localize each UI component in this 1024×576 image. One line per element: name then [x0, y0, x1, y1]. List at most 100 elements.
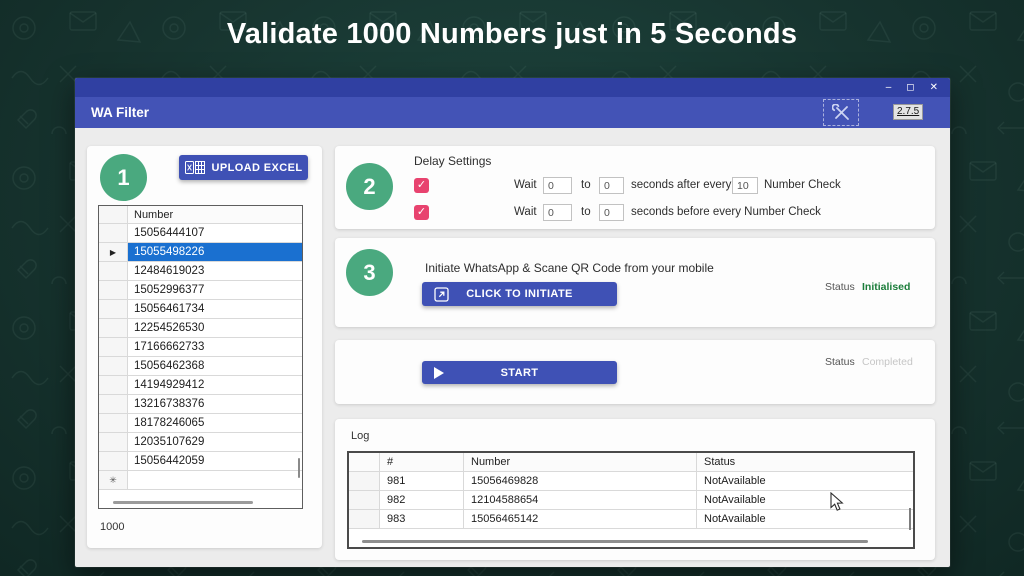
start-status-value: Completed: [862, 356, 913, 368]
log-vertical-scrollbar[interactable]: [909, 508, 911, 530]
grid-new-row[interactable]: ✳: [99, 471, 302, 490]
wait-label: Wait: [514, 177, 537, 194]
grid-cell[interactable]: 12254526530: [128, 319, 302, 337]
close-icon[interactable]: ✕: [930, 83, 938, 93]
seconds-before-label: seconds before every Number Check: [631, 204, 821, 221]
log-card: Log # Number Status 981 15056469828 NotA…: [335, 419, 935, 560]
seconds-after-label: seconds after every: [631, 177, 731, 194]
log-cell-number: 15056469828: [464, 472, 697, 490]
grid-row[interactable]: 14194929412: [99, 376, 302, 395]
excel-file-icon: [185, 161, 205, 174]
click-to-initiate-label: CLICK TO INITIATE: [466, 288, 573, 300]
log-row[interactable]: 981 15056469828 NotAvailable: [349, 472, 913, 491]
step1-badge: 1: [100, 154, 147, 201]
log-header-row: # Number Status: [349, 453, 913, 472]
numbers-grid-header-row: Number: [99, 206, 302, 224]
grid-cell[interactable]: 12484619023: [128, 262, 302, 280]
row-selector-icon: ▶: [110, 248, 116, 257]
delay-after-row: ✓ Wait to seconds after every Number Che…: [414, 177, 924, 195]
delay-before-row: ✓ Wait to seconds before every Number Ch…: [414, 204, 924, 222]
upload-excel-label: UPLOAD EXCEL: [212, 162, 303, 174]
log-row[interactable]: 983 15056465142 NotAvailable: [349, 510, 913, 529]
wait-after-checkbox[interactable]: ✓: [414, 178, 429, 193]
grid-cell[interactable]: 17166662733: [128, 338, 302, 356]
grid-row[interactable]: 12254526530: [99, 319, 302, 338]
maximize-icon[interactable]: ◻: [906, 83, 914, 93]
grid-header-number: Number: [128, 206, 302, 223]
log-cell-status: NotAvailable: [697, 472, 913, 490]
grid-row[interactable]: 12035107629: [99, 433, 302, 452]
grid-corner-cell: [99, 206, 128, 223]
page-title: Validate 1000 Numbers just in 5 Seconds: [0, 18, 1024, 51]
log-horizontal-scrollbar[interactable]: [362, 540, 868, 543]
grid-row[interactable]: 15056461734: [99, 300, 302, 319]
titlebar: WA Filter 2.7.5: [75, 97, 950, 128]
play-icon: [434, 367, 444, 379]
grid-row[interactable]: 17166662733: [99, 338, 302, 357]
log-cell-index: 982: [380, 491, 464, 509]
wait-after-to-input[interactable]: [599, 177, 624, 194]
step2-badge: 2: [346, 163, 393, 210]
settings-tools-button[interactable]: [823, 99, 859, 126]
log-cell-status: NotAvailable: [697, 491, 913, 509]
wait-before-from-input[interactable]: [543, 204, 572, 221]
grid-cell[interactable]: 15056461734: [128, 300, 302, 318]
grid-horizontal-scrollbar[interactable]: [113, 501, 253, 504]
upload-excel-button[interactable]: UPLOAD EXCEL: [179, 155, 308, 180]
start-label: START: [501, 367, 539, 379]
grid-row[interactable]: 15056444107: [99, 224, 302, 243]
grid-row[interactable]: 15056462368: [99, 357, 302, 376]
total-count-label: 1000: [100, 521, 124, 533]
mouse-cursor: [830, 492, 844, 513]
grid-cell[interactable]: 15052996377: [128, 281, 302, 299]
wa-filter-window: – ◻ ✕ WA Filter 2.7.5 1: [75, 78, 950, 567]
log-col-number: Number: [464, 453, 697, 471]
status-label: Status: [825, 356, 855, 368]
log-cell-status: NotAvailable: [697, 510, 913, 528]
wait-before-checkbox[interactable]: ✓: [414, 205, 429, 220]
grid-row-selected[interactable]: ▶ 15055498226: [99, 243, 302, 262]
grid-cell[interactable]: 15056442059: [128, 452, 302, 470]
grid-cell[interactable]: 15056444107: [128, 224, 302, 242]
status-label: Status: [825, 281, 855, 293]
grid-row[interactable]: 13216738376: [99, 395, 302, 414]
grid-cell[interactable]: 15056462368: [128, 357, 302, 375]
delay-settings-heading: Delay Settings: [414, 154, 491, 168]
app-title: WA Filter: [91, 105, 149, 120]
step2-card: 2 Delay Settings ✓ Wait to seconds after…: [335, 146, 935, 229]
window-control-strip: – ◻ ✕: [75, 78, 950, 97]
step3-badge: 3: [346, 249, 393, 296]
grid-cell[interactable]: 15055498226: [128, 243, 302, 261]
grid-cell[interactable]: 13216738376: [128, 395, 302, 413]
to-label: to: [581, 204, 591, 221]
log-cell-index: 983: [380, 510, 464, 528]
grid-vertical-scrollbar[interactable]: [298, 458, 300, 478]
grid-row[interactable]: 18178246065: [99, 414, 302, 433]
grid-row[interactable]: 12484619023: [99, 262, 302, 281]
log-col-index: #: [380, 453, 464, 471]
grid-row[interactable]: 15052996377: [99, 281, 302, 300]
grid-cell[interactable]: 18178246065: [128, 414, 302, 432]
grid-cell[interactable]: 12035107629: [128, 433, 302, 451]
numbers-grid[interactable]: Number 15056444107 ▶ 15055498226 12484619…: [98, 205, 303, 509]
log-heading: Log: [351, 430, 369, 442]
start-button[interactable]: START: [422, 361, 617, 384]
to-label: to: [581, 177, 591, 194]
grid-row[interactable]: 15056442059: [99, 452, 302, 471]
log-cell-index: 981: [380, 472, 464, 490]
step1-card: 1 UPLOAD EXCEL Number 15056444107 ▶ 15055…: [87, 146, 322, 548]
wait-after-from-input[interactable]: [543, 177, 572, 194]
initiate-instruction: Initiate WhatsApp & Scane QR Code from y…: [425, 261, 714, 275]
minimize-icon[interactable]: –: [886, 83, 892, 93]
version-badge[interactable]: 2.7.5: [893, 104, 923, 120]
log-row[interactable]: 982 12104588654 NotAvailable: [349, 491, 913, 510]
wait-label: Wait: [514, 204, 537, 221]
grid-cell[interactable]: 14194929412: [128, 376, 302, 394]
number-check-label: Number Check: [764, 177, 841, 194]
log-corner-cell: [349, 453, 380, 471]
wait-before-to-input[interactable]: [599, 204, 624, 221]
launch-icon: [434, 287, 449, 302]
new-row-icon: ✳: [109, 475, 117, 486]
every-count-input[interactable]: [732, 177, 758, 194]
click-to-initiate-button[interactable]: CLICK TO INITIATE: [422, 282, 617, 306]
